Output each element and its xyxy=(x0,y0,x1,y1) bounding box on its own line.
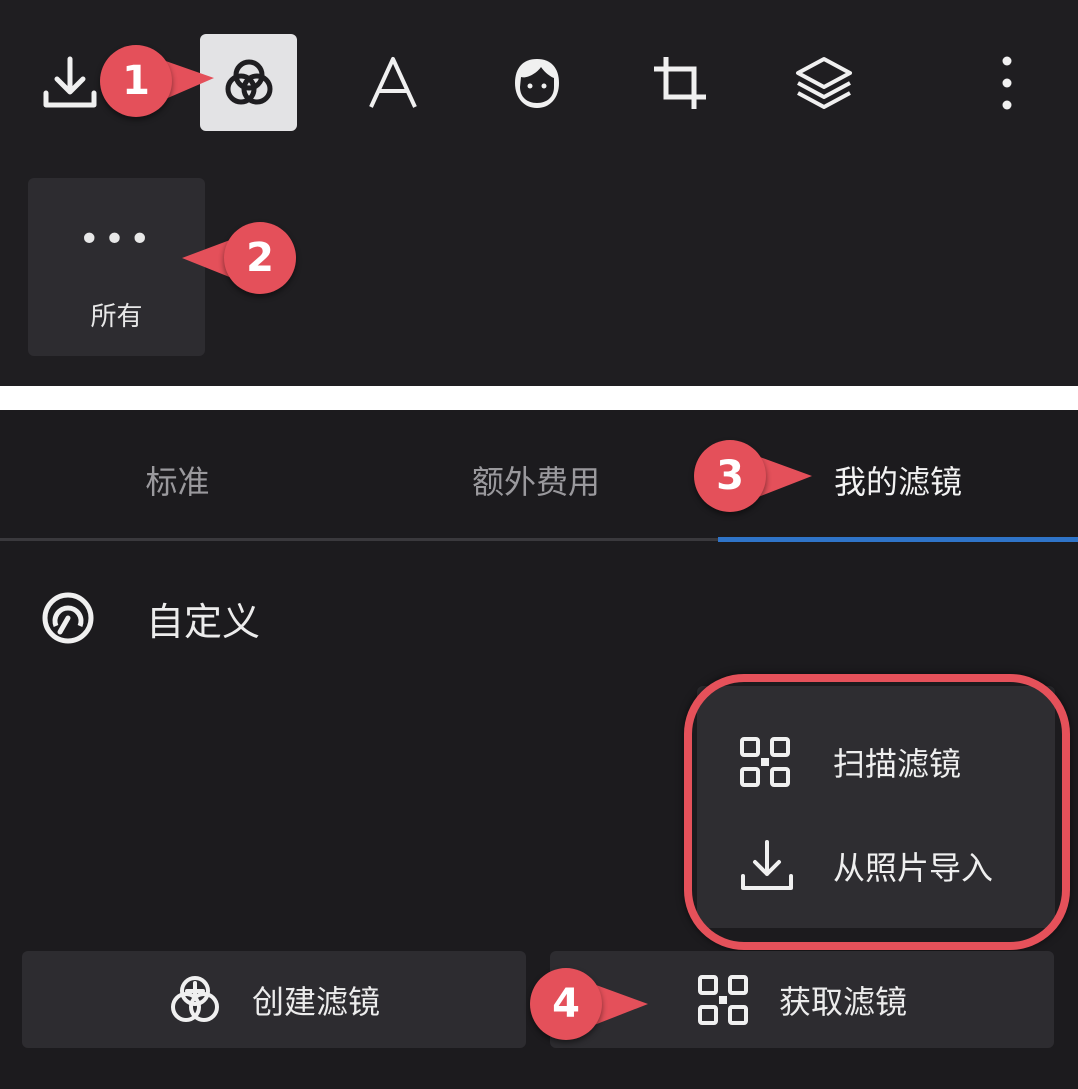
callout-pointers xyxy=(140,52,812,1036)
callout-badge-4: 4 xyxy=(530,968,602,1040)
callout-badge-2: 2 xyxy=(224,222,296,294)
callout-badge-3: 3 xyxy=(694,440,766,512)
callout-badge-1: 1 xyxy=(100,45,172,117)
